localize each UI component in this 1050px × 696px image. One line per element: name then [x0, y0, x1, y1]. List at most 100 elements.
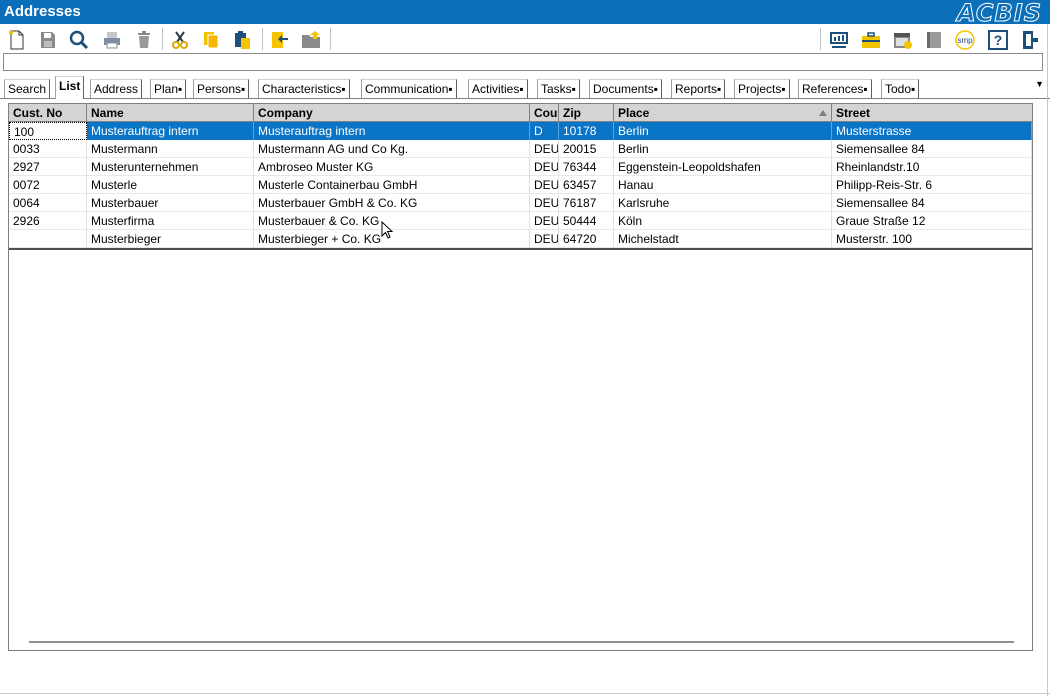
- cell-place[interactable]: Karlsruhe: [614, 194, 832, 212]
- tab-characteristics[interactable]: Characteristics▪: [258, 79, 350, 98]
- exit-icon[interactable]: [1018, 28, 1042, 52]
- cell-place[interactable]: Hanau: [614, 176, 832, 194]
- cell-place[interactable]: Michelstadt: [614, 230, 832, 248]
- column-header-place-label: Place: [618, 106, 650, 120]
- table-row[interactable]: 2927 Musterunternehmen Ambroseo Muster KG D…: [9, 158, 1032, 176]
- cell-cust-no[interactable]: 0033: [9, 140, 87, 158]
- cell-zip[interactable]: 64720: [559, 230, 614, 248]
- column-header-country[interactable]: Cou: [530, 104, 559, 122]
- toolbar-separator: [162, 28, 163, 50]
- cell-zip[interactable]: 76344: [559, 158, 614, 176]
- column-header-company[interactable]: Company: [254, 104, 530, 122]
- import-icon[interactable]: [268, 28, 292, 52]
- cell-street[interactable]: Rheinlandstr.10: [832, 158, 1032, 176]
- paste-icon[interactable]: [231, 28, 255, 52]
- tab-communication[interactable]: Communication▪: [361, 79, 457, 98]
- table-row[interactable]: 0033 Mustermann Mustermann AG und Co Kg. DE…: [9, 140, 1032, 158]
- cell-country[interactable]: DEU: [530, 158, 559, 176]
- column-header-cust-no[interactable]: Cust. No: [9, 104, 87, 122]
- cell-zip[interactable]: 50444: [559, 212, 614, 230]
- cell-cust-no[interactable]: 100: [9, 122, 87, 140]
- cell-cust-no[interactable]: 0072: [9, 176, 87, 194]
- cell-place[interactable]: Berlin: [614, 140, 832, 158]
- column-header-name[interactable]: Name: [87, 104, 254, 122]
- cell-name[interactable]: Musterbauer: [87, 194, 254, 212]
- cell-company[interactable]: Musterle Containerbau GmbH: [254, 176, 530, 194]
- cell-zip[interactable]: 63457: [559, 176, 614, 194]
- cell-street[interactable]: Siemensallee 84: [832, 194, 1032, 212]
- tab-activities[interactable]: Activities▪: [468, 79, 528, 98]
- book-icon[interactable]: [922, 28, 946, 52]
- table-row[interactable]: Musterbieger Musterbieger + Co. KG DEU 6472…: [9, 230, 1032, 248]
- cell-cust-no[interactable]: 0064: [9, 194, 87, 212]
- tab-projects[interactable]: Projects▪: [734, 79, 790, 98]
- save-icon[interactable]: [36, 28, 60, 52]
- cell-country[interactable]: DEU: [530, 194, 559, 212]
- cell-company[interactable]: Mustermann AG und Co Kg.: [254, 140, 530, 158]
- search-icon[interactable]: [67, 28, 91, 52]
- table-row[interactable]: 100 Musterauftrag intern Musterauftrag int…: [9, 122, 1032, 140]
- tab-documents[interactable]: Documents▪: [589, 79, 662, 98]
- table-row[interactable]: 0072 Musterle Musterle Containerbau GmbH DE…: [9, 176, 1032, 194]
- command-input[interactable]: [3, 53, 1043, 71]
- tab-plan[interactable]: Plan▪: [150, 79, 187, 98]
- column-header-zip[interactable]: Zip: [559, 104, 614, 122]
- cell-cust-no[interactable]: [9, 230, 87, 248]
- tab-tasks[interactable]: Tasks▪: [537, 79, 580, 98]
- open-folder-icon[interactable]: [300, 28, 324, 52]
- cell-name[interactable]: Musterle: [87, 176, 254, 194]
- cell-company[interactable]: Musterbauer GmbH & Co. KG: [254, 194, 530, 212]
- table-row[interactable]: 0064 Musterbauer Musterbauer GmbH & Co. KG…: [9, 194, 1032, 212]
- horizontal-scrollbar[interactable]: [29, 641, 1014, 643]
- cell-country[interactable]: DEU: [530, 230, 559, 248]
- smp-icon[interactable]: smp: [953, 28, 977, 52]
- cut-icon[interactable]: [168, 28, 192, 52]
- column-header-street[interactable]: Street: [832, 104, 1032, 122]
- tab-references[interactable]: References▪: [798, 79, 872, 98]
- tab-todo[interactable]: Todo▪: [881, 79, 920, 98]
- cell-place[interactable]: Köln: [614, 212, 832, 230]
- cell-zip[interactable]: 10178: [559, 122, 614, 140]
- copy-icon[interactable]: [199, 28, 223, 52]
- cell-company[interactable]: Musterauftrag intern: [254, 122, 530, 140]
- cell-country[interactable]: DEU: [530, 176, 559, 194]
- address-list-grid[interactable]: Cust. No Name Company Cou Zip Place Stre…: [8, 103, 1033, 651]
- tab-list[interactable]: List: [55, 76, 85, 99]
- cell-street[interactable]: Musterstr. 100: [832, 230, 1032, 248]
- cell-name[interactable]: Musterbieger: [87, 230, 254, 248]
- cell-street[interactable]: Graue Straße 12: [832, 212, 1032, 230]
- cell-country[interactable]: DEU: [530, 212, 559, 230]
- delete-icon[interactable]: [132, 28, 156, 52]
- print-icon[interactable]: [100, 28, 124, 52]
- new-document-icon[interactable]: [5, 28, 29, 52]
- cell-street[interactable]: Philipp-Reis-Str. 6: [832, 176, 1032, 194]
- table-row[interactable]: 2926 Musterfirma Musterbauer & Co. KG DEU 50…: [9, 212, 1032, 230]
- calendar-check-icon[interactable]: [891, 28, 915, 52]
- tab-search[interactable]: Search: [4, 79, 51, 98]
- help-label: ?: [994, 32, 1003, 48]
- toolbar-separator: [262, 28, 263, 50]
- cell-country[interactable]: D: [530, 122, 559, 140]
- cell-zip[interactable]: 76187: [559, 194, 614, 212]
- cell-company[interactable]: Ambroseo Muster KG: [254, 158, 530, 176]
- cell-name[interactable]: Mustermann: [87, 140, 254, 158]
- tab-persons[interactable]: Persons▪: [193, 79, 250, 98]
- monitor-icon[interactable]: [827, 28, 851, 52]
- help-icon[interactable]: ?: [986, 28, 1010, 52]
- cell-cust-no[interactable]: 2926: [9, 212, 87, 230]
- cell-country[interactable]: DEU: [530, 140, 559, 158]
- briefcase-icon[interactable]: [859, 28, 883, 52]
- cell-name[interactable]: Musterauftrag intern: [87, 122, 254, 140]
- cell-zip[interactable]: 20015: [559, 140, 614, 158]
- cell-name[interactable]: Musterfirma: [87, 212, 254, 230]
- cell-street[interactable]: Siemensallee 84: [832, 140, 1032, 158]
- cell-place[interactable]: Berlin: [614, 122, 832, 140]
- cell-cust-no[interactable]: 2927: [9, 158, 87, 176]
- cell-name[interactable]: Musterunternehmen: [87, 158, 254, 176]
- tab-address[interactable]: Address: [90, 79, 143, 98]
- cell-street[interactable]: Musterstrasse: [832, 122, 1032, 140]
- cell-place[interactable]: Eggenstein-Leopoldshafen: [614, 158, 832, 176]
- column-header-place[interactable]: Place: [614, 104, 832, 122]
- tabs-overflow-arrow-icon[interactable]: ▼: [1035, 79, 1044, 89]
- tab-reports[interactable]: Reports▪: [671, 79, 726, 98]
